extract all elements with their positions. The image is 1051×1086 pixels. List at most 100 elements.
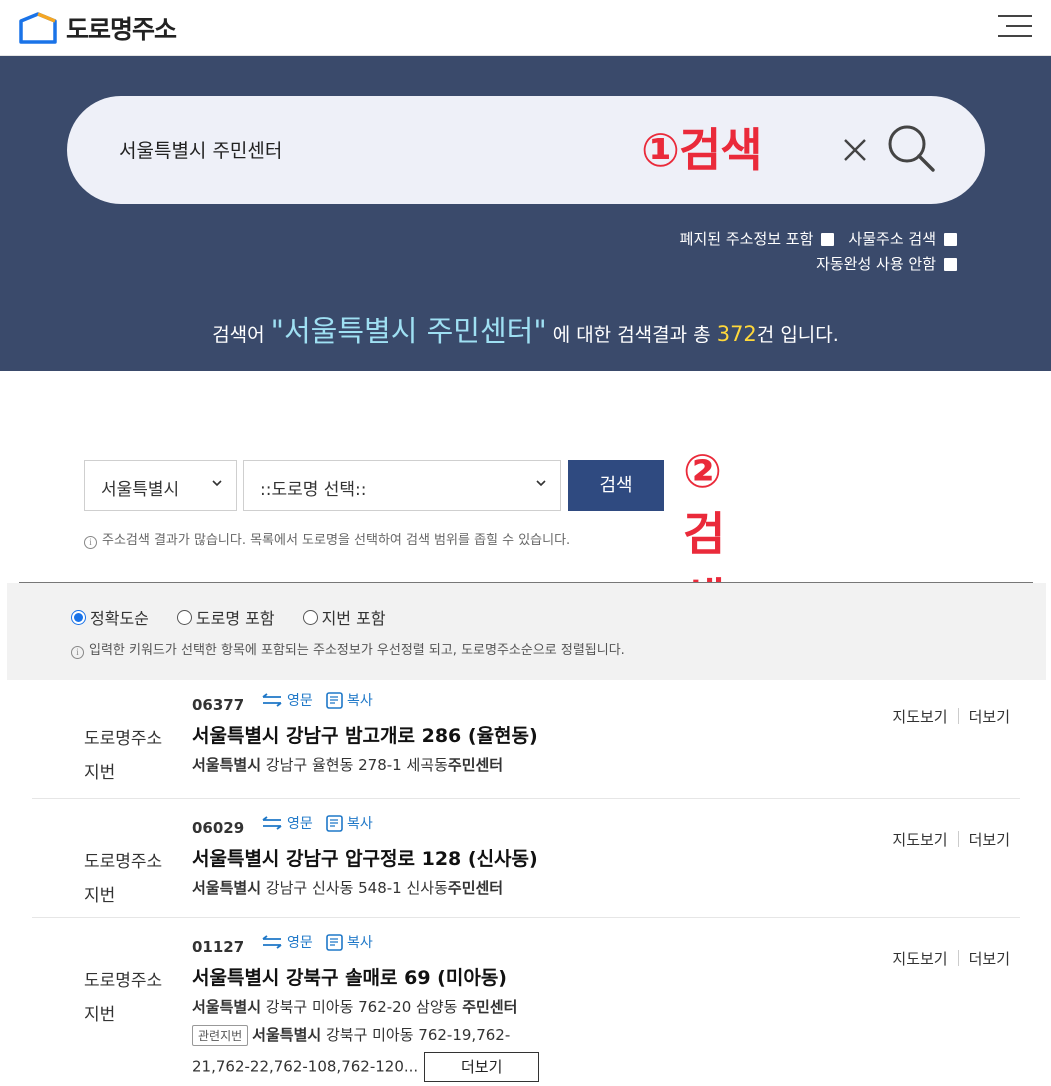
jibun-rest: 강북구 미아동 762-20 삼양동 <box>265 998 458 1016</box>
jibun-address: 서울특별시 강북구 미아동 762-20 삼양동 주민센터 <box>192 996 517 1017</box>
sort-label: 지번 포함 <box>321 609 386 628</box>
option-object-address[interactable]: 사물주소 검색 <box>848 227 957 252</box>
english-label: 영문 <box>287 693 313 709</box>
option-include-abolished[interactable]: 폐지된 주소정보 포함 <box>680 227 835 252</box>
sort-hint-text: 입력한 키워드가 선택한 항목에 포함되는 주소정보가 우선정렬 되고, 도로명… <box>89 643 625 658</box>
english-link[interactable]: 영문 <box>261 932 313 952</box>
chevron-down-icon <box>212 480 222 487</box>
english-label: 영문 <box>287 816 313 832</box>
copy-link[interactable]: 복사 <box>326 813 373 833</box>
more-link[interactable]: 더보기 <box>969 706 1010 727</box>
logo-text: 도로명주소 <box>66 15 177 44</box>
jibun-label: 지번 <box>84 1005 116 1025</box>
jibun-rest: 강남구 신사동 548-1 신사동 <box>265 879 448 897</box>
summary-prefix: 검색어 <box>212 324 265 346</box>
sort-accuracy-radio[interactable]: 정확도순 <box>71 605 149 629</box>
hamburger-menu-icon[interactable] <box>996 12 1032 40</box>
copy-icon <box>326 691 343 709</box>
result-count: 372 <box>716 322 757 346</box>
checkbox[interactable] <box>821 233 835 246</box>
copy-link[interactable]: 복사 <box>326 932 373 952</box>
related-jibun: 관련지번 서울특별시 강북구 미아동 762-19,762- <box>192 1024 510 1046</box>
checkbox[interactable] <box>944 258 957 271</box>
search-icon[interactable] <box>883 120 939 176</box>
sort-label: 도로명 포함 <box>195 609 275 628</box>
sort-hint: i 입력한 키워드가 선택한 항목에 포함되는 주소정보가 우선정렬 되고, 도로… <box>71 639 625 659</box>
sort-jibun-radio[interactable]: 지번 포함 <box>302 605 386 629</box>
related-jibun-cont: 21,762-22,762-108,762-120... 더보기 <box>192 1052 540 1082</box>
related-line2: 21,762-22,762-108,762-120... <box>192 1057 419 1076</box>
sort-label: 정확도순 <box>90 609 149 628</box>
logo[interactable]: 도로명주소 <box>18 10 177 46</box>
english-label: 영문 <box>287 935 313 951</box>
checkbox[interactable] <box>944 233 957 246</box>
jibun-address: 서울특별시 강남구 율현동 278-1 세곡동주민센터 <box>192 754 503 775</box>
separator <box>957 831 959 847</box>
more-link[interactable]: 더보기 <box>969 829 1010 850</box>
road-address: 서울특별시 강남구 압구정로 128 (신사동) <box>192 848 538 870</box>
jibun-rest: 강남구 율현동 278-1 세곡동 <box>265 756 448 774</box>
map-view-link[interactable]: 지도보기 <box>892 706 947 727</box>
info-icon: i <box>71 646 84 659</box>
city-select[interactable]: 서울특별시 <box>84 460 237 511</box>
map-view-link[interactable]: 지도보기 <box>892 829 947 850</box>
option-label: 자동완성 사용 안함 <box>816 255 936 273</box>
search-options: 폐지된 주소정보 포함 사물주소 검색 자동완성 사용 안함 <box>666 227 957 277</box>
related-city: 서울특별시 <box>252 1026 322 1044</box>
clear-icon[interactable] <box>837 132 873 168</box>
item-actions: 지도보기 더보기 <box>892 948 1010 969</box>
copy-label: 복사 <box>347 693 373 709</box>
option-label: 사물주소 검색 <box>848 230 936 248</box>
more-link[interactable]: 더보기 <box>969 948 1010 969</box>
map-view-link[interactable]: 지도보기 <box>892 948 947 969</box>
radio-selected-icon <box>71 609 86 625</box>
option-label: 폐지된 주소정보 포함 <box>679 230 814 248</box>
result-summary: 검색어 "서울특별시 주민센터" 에 대한 검색결과 총 372건 입니다. <box>0 308 1051 350</box>
more-related-button[interactable]: 더보기 <box>424 1052 540 1082</box>
copy-link[interactable]: 복사 <box>326 690 373 710</box>
list-item: 06029 영문 복사 도로명주소 서울특별시 강남구 압구정로 128 (신사… <box>32 799 1020 918</box>
radio-icon <box>176 609 192 625</box>
city-select-value: 서울특별시 <box>101 480 180 500</box>
summary-query: "서울특별시 주민센터" <box>270 314 547 348</box>
list-item: 06377 영문 복사 도로명주소 서울특별시 강남구 밤고개로 286 (율현… <box>32 688 1020 799</box>
road-select-value: ::도로명 선택:: <box>260 480 367 500</box>
jibun-building: 주민센터 <box>447 879 504 897</box>
copy-label: 복사 <box>347 816 373 832</box>
road-select[interactable]: ::도로명 선택:: <box>243 460 561 511</box>
summary-suffix: 건 입니다. <box>756 324 839 346</box>
road-address: 서울특별시 강북구 솔매로 69 (미아동) <box>192 967 507 989</box>
annotation-search-1: ①검색 <box>641 123 763 177</box>
jibun-label: 지번 <box>84 763 116 783</box>
sort-options-box: 정확도순 도로명 포함 지번 포함 i 입력한 키워드가 선택한 항목에 포함되는… <box>7 583 1046 680</box>
search-hero: 서울특별시 주민센터 ①검색 폐지된 주소정보 포함 사물주소 검색 자동완성 … <box>0 56 1051 371</box>
jibun-address: 서울특별시 강남구 신사동 548-1 신사동주민센터 <box>192 877 503 898</box>
option-autocomplete-off[interactable]: 자동완성 사용 안함 <box>816 252 957 277</box>
jibun-building: 주민센터 <box>462 998 518 1016</box>
sort-road-radio[interactable]: 도로명 포함 <box>176 605 275 629</box>
road-address-label: 도로명주소 <box>84 971 163 991</box>
swap-arrows-icon <box>262 693 282 707</box>
jibun-city: 서울특별시 <box>192 879 262 897</box>
english-link[interactable]: 영문 <box>261 813 313 833</box>
search-box[interactable]: 서울특별시 주민센터 ①검색 <box>67 96 985 204</box>
copy-label: 복사 <box>347 935 373 951</box>
info-icon: i <box>84 536 97 549</box>
top-bar: 도로명주소 <box>0 0 1051 56</box>
copy-icon <box>326 933 343 951</box>
zip-code: 06377 <box>192 696 245 714</box>
jibun-city: 서울특별시 <box>192 756 262 774</box>
road-address-label: 도로명주소 <box>84 729 163 749</box>
separator <box>957 708 959 724</box>
road-address-label: 도로명주소 <box>84 852 163 872</box>
swap-arrows-icon <box>262 816 282 830</box>
item-actions: 지도보기 더보기 <box>892 829 1010 850</box>
related-line1: 강북구 미아동 762-19,762- <box>325 1026 511 1044</box>
search-input[interactable]: 서울특별시 주민센터 <box>119 136 282 163</box>
filter-hint: i 주소검색 결과가 많습니다. 목록에서 도로명을 선택하여 검색 범위를 좁힐… <box>84 529 570 549</box>
english-link[interactable]: 영문 <box>261 690 313 710</box>
summary-middle: 에 대한 검색결과 총 <box>552 324 711 346</box>
zip-code: 06029 <box>192 819 245 837</box>
filter-hint-text: 주소검색 결과가 많습니다. 목록에서 도로명을 선택하여 검색 범위를 좁힐 … <box>102 533 571 548</box>
filter-search-button[interactable]: 검색 <box>568 460 664 511</box>
